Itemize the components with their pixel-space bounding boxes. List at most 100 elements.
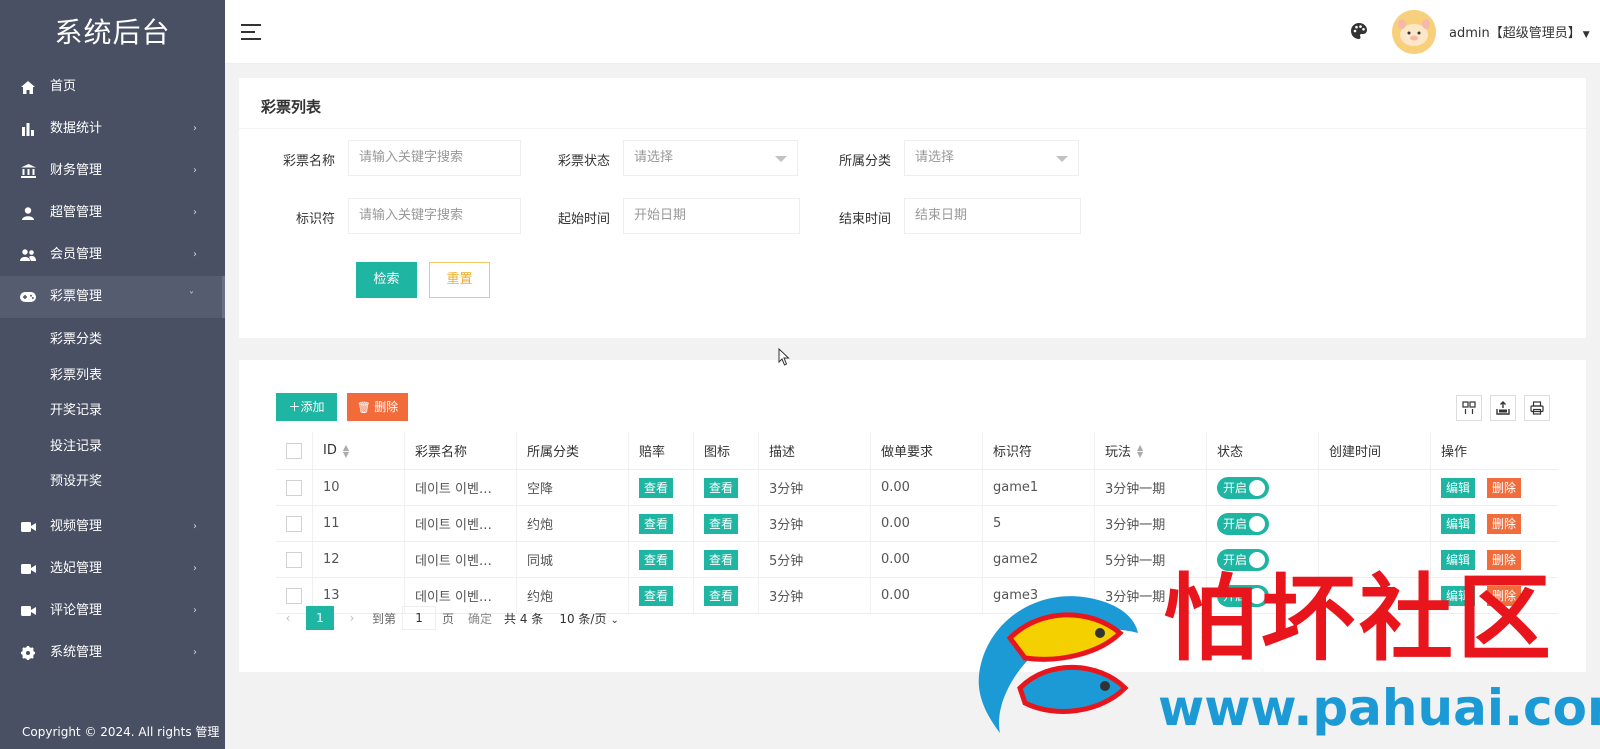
search-button[interactable]: 检索 xyxy=(356,262,417,298)
identifier-input[interactable]: 请输入关键字搜索 xyxy=(348,198,521,234)
select-all-checkbox[interactable] xyxy=(286,442,302,459)
view-odds-button[interactable]: 查看 xyxy=(639,585,674,606)
view-icon-button[interactable]: 查看 xyxy=(704,513,739,534)
delete-button[interactable]: 删除 xyxy=(1487,477,1522,498)
prev-page-icon[interactable]: ‹ xyxy=(276,611,300,625)
cell-name: 데이트 이벤… xyxy=(405,470,517,505)
view-icon-button[interactable]: 查看 xyxy=(704,585,739,606)
sidebar-item-comments[interactable]: 评论管理 › xyxy=(0,590,225,632)
cell-name: 데이트 이벤… xyxy=(405,506,517,541)
add-button[interactable]: ＋添加 xyxy=(276,393,337,421)
cell-play: 3分钟一期 xyxy=(1095,506,1207,541)
avatar[interactable] xyxy=(1392,10,1436,54)
sidebar-subitem-bet-records[interactable]: 投注记录 xyxy=(0,429,225,465)
view-icon-button[interactable]: 查看 xyxy=(704,477,739,498)
start-date-input[interactable]: 开始日期 xyxy=(623,198,800,234)
gamepad-icon xyxy=(20,276,36,318)
caret-down-icon xyxy=(775,156,787,162)
column-header-id[interactable]: ID ▲ ▼ xyxy=(313,432,405,469)
lottery-name-label: 彩票名称 xyxy=(282,154,335,169)
lottery-status-select[interactable]: 请选择 xyxy=(623,140,798,176)
batch-delete-button[interactable]: 🗑 删除 xyxy=(347,393,408,421)
user-menu[interactable]: admin【超级管理员】 ▼ xyxy=(1449,22,1590,41)
home-icon xyxy=(20,66,36,108)
divider xyxy=(239,128,1586,129)
view-odds-button[interactable]: 查看 xyxy=(639,513,674,534)
cell-desc: 5分钟 xyxy=(759,542,871,577)
user-name: admin【超级管理员】 xyxy=(1449,26,1581,41)
goto-page-input[interactable]: 1 xyxy=(402,606,437,630)
status-toggle[interactable]: 开启 xyxy=(1217,476,1269,499)
lottery-name-input[interactable]: 请输入关键字搜索 xyxy=(348,140,521,176)
export-icon[interactable] xyxy=(1490,395,1516,421)
cell-id: 10 xyxy=(313,470,405,505)
watermark-title: 怕坏社区 xyxy=(1163,565,1556,674)
row-checkbox[interactable] xyxy=(286,515,302,532)
sidebar-item-stats[interactable]: 数据统计 › xyxy=(0,108,225,150)
sidebar-item-home[interactable]: 首页 xyxy=(0,66,225,108)
sidebar-item-members[interactable]: 会员管理 › xyxy=(0,234,225,276)
end-date-input[interactable]: 结束日期 xyxy=(904,198,1081,234)
identifier-label: 标识符 xyxy=(295,212,335,227)
chevron-right-icon: › xyxy=(193,249,197,260)
column-header-odds: 赔率 xyxy=(629,432,694,469)
edit-button[interactable]: 编辑 xyxy=(1441,477,1476,498)
palette-icon[interactable] xyxy=(1350,22,1368,40)
column-header-play[interactable]: 玩法 ▲ ▼ xyxy=(1095,432,1207,469)
chevron-down-icon: ˅ xyxy=(189,291,194,302)
delete-label: 删除 xyxy=(374,400,399,414)
sidebar-subitem-lottery-list[interactable]: 彩票列表 xyxy=(0,358,225,394)
add-label: 添加 xyxy=(300,400,325,414)
cell-desc: 3分钟 xyxy=(759,506,871,541)
delete-button[interactable]: 删除 xyxy=(1487,513,1522,534)
cell-id: 11 xyxy=(313,506,405,541)
page-unit-label: 页 xyxy=(442,611,455,626)
column-header-category: 所属分类 xyxy=(517,432,629,469)
row-checkbox[interactable] xyxy=(286,587,302,604)
sort-icon[interactable]: ▲ ▼ xyxy=(1137,443,1143,458)
top-header: admin【超级管理员】 ▼ xyxy=(225,0,1600,64)
cell-desc: 3分钟 xyxy=(759,578,871,613)
edit-button[interactable]: 编辑 xyxy=(1441,513,1476,534)
view-icon-button[interactable]: 查看 xyxy=(704,549,739,570)
view-odds-button[interactable]: 查看 xyxy=(639,477,674,498)
sidebar-item-label: 选妃管理 xyxy=(50,560,103,576)
sidebar-item-label: 首页 xyxy=(50,79,77,94)
page-1[interactable]: 1 xyxy=(306,606,334,630)
sidebar-subitem-lottery-category[interactable]: 彩票分类 xyxy=(0,322,225,358)
cell-desc: 3分钟 xyxy=(759,470,871,505)
sidebar-item-system[interactable]: 系统管理 › xyxy=(0,632,225,674)
column-header-requirement: 做单要求 xyxy=(871,432,983,469)
watermark-url: www.pahuai.com xyxy=(1158,679,1600,737)
columns-filter-icon[interactable] xyxy=(1456,395,1482,421)
users-icon xyxy=(20,234,36,276)
page-size-select[interactable]: 10 条/页 ⌄ xyxy=(559,610,619,627)
sidebar-item-label: 超管管理 xyxy=(50,205,103,220)
column-header-identifier: 标识符 xyxy=(983,432,1095,469)
row-checkbox[interactable] xyxy=(286,479,302,496)
select-placeholder: 请选择 xyxy=(634,150,674,165)
goto-confirm-button[interactable]: 确定 xyxy=(468,610,492,627)
sidebar-item-lottery[interactable]: 彩票管理 ˅ xyxy=(0,276,225,318)
cell-requirement: 0.00 xyxy=(871,506,983,541)
sidebar-subitem-preset-draw[interactable]: 预设开奖 xyxy=(0,464,225,500)
category-select[interactable]: 请选择 xyxy=(904,140,1079,176)
column-header-actions: 操作 xyxy=(1441,445,1468,460)
sidebar-item-label: 彩票管理 xyxy=(50,289,103,304)
next-page-icon[interactable]: › xyxy=(340,611,364,625)
sidebar-item-admins[interactable]: 超管管理 › xyxy=(0,192,225,234)
goto-label: 到第 xyxy=(372,611,397,626)
print-icon[interactable] xyxy=(1524,395,1550,421)
view-odds-button[interactable]: 查看 xyxy=(639,549,674,570)
sidebar-subitem-draw-records[interactable]: 开奖记录 xyxy=(0,393,225,429)
sidebar-item-finance[interactable]: 财务管理 › xyxy=(0,150,225,192)
sort-icon[interactable]: ▲ ▼ xyxy=(343,443,349,458)
video-camera-icon xyxy=(20,506,36,548)
status-toggle[interactable]: 开启 xyxy=(1217,512,1269,535)
sidebar-item-companion[interactable]: 选妃管理 › xyxy=(0,548,225,590)
reset-button[interactable]: 重置 xyxy=(429,262,490,298)
sidebar-item-video[interactable]: 视频管理 › xyxy=(0,506,225,548)
sidebar-item-label: 会员管理 xyxy=(50,247,103,262)
row-checkbox[interactable] xyxy=(286,551,302,568)
menu-toggle-icon[interactable] xyxy=(241,24,261,40)
